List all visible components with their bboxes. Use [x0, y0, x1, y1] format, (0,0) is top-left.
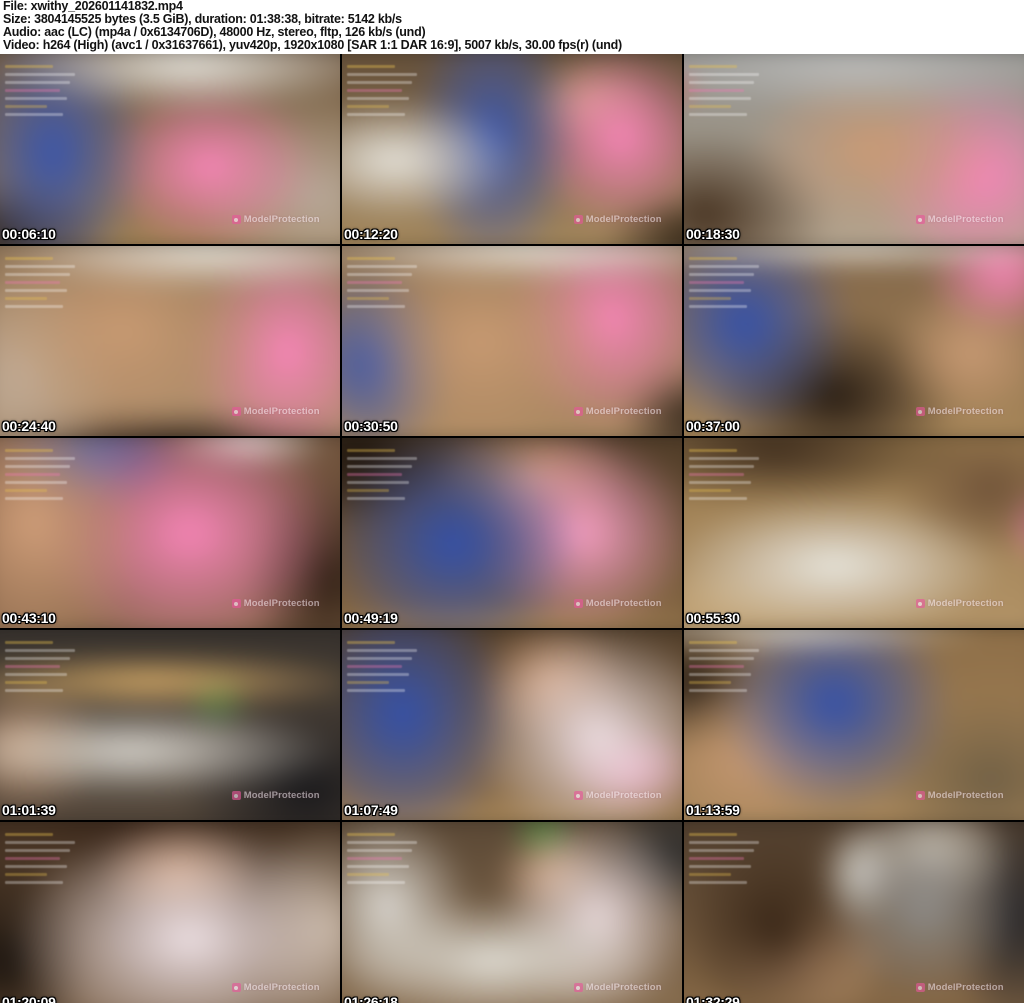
stream-stats-overlay — [5, 636, 93, 697]
timestamp-overlay: 00:49:19 — [344, 610, 398, 626]
stream-stats-overlay — [689, 60, 777, 121]
video-thumbnail[interactable]: ModelProtection 00:49:19 — [342, 438, 682, 628]
video-thumbnail[interactable]: ModelProtection 00:18:30 — [684, 54, 1024, 244]
video-thumbnail[interactable]: ModelProtection 00:43:10 — [0, 438, 340, 628]
timestamp-overlay: 00:18:30 — [686, 226, 740, 242]
timestamp-overlay: 01:07:49 — [344, 802, 398, 818]
video-thumbnail[interactable]: ModelProtection 00:37:00 — [684, 246, 1024, 436]
stream-stats-overlay — [347, 252, 435, 313]
timestamp-overlay: 00:06:10 — [2, 226, 56, 242]
stream-stats-overlay — [347, 444, 435, 505]
timestamp-overlay: 01:01:39 — [2, 802, 56, 818]
timestamp-overlay: 00:30:50 — [344, 418, 398, 434]
video-contact-sheet: File: xwithy_202601141832.mp4 Size: 3804… — [0, 0, 1024, 1003]
thumbnail-grid: ModelProtection 00:06:10 ModelProtection… — [0, 54, 1024, 1003]
timestamp-overlay: 01:26:18 — [344, 994, 398, 1003]
stream-stats-overlay — [5, 60, 93, 121]
timestamp-overlay: 00:12:20 — [344, 226, 398, 242]
video-thumbnail[interactable]: ModelProtection 01:01:39 — [0, 630, 340, 820]
timestamp-overlay: 00:24:40 — [2, 418, 56, 434]
video-thumbnail[interactable]: ModelProtection 00:12:20 — [342, 54, 682, 244]
timestamp-overlay: 00:55:30 — [686, 610, 740, 626]
video-thumbnail[interactable]: ModelProtection 00:55:30 — [684, 438, 1024, 628]
video-thumbnail[interactable]: ModelProtection 01:07:49 — [342, 630, 682, 820]
timestamp-overlay: 01:20:09 — [2, 994, 56, 1003]
stream-stats-overlay — [689, 828, 777, 889]
video-thumbnail[interactable]: ModelProtection 01:26:18 — [342, 822, 682, 1003]
timestamp-overlay: 01:13:59 — [686, 802, 740, 818]
stream-stats-overlay — [689, 444, 777, 505]
stream-stats-overlay — [689, 252, 777, 313]
video-thumbnail[interactable]: ModelProtection 00:30:50 — [342, 246, 682, 436]
stream-stats-overlay — [689, 636, 777, 697]
timestamp-overlay: 01:32:29 — [686, 994, 740, 1003]
stream-stats-overlay — [347, 60, 435, 121]
stream-stats-overlay — [347, 636, 435, 697]
media-info-header: File: xwithy_202601141832.mp4 Size: 3804… — [0, 0, 1024, 54]
timestamp-overlay: 00:43:10 — [2, 610, 56, 626]
video-thumbnail[interactable]: ModelProtection 01:13:59 — [684, 630, 1024, 820]
stream-stats-overlay — [5, 444, 93, 505]
stream-stats-overlay — [5, 252, 93, 313]
video-info-line: Video: h264 (High) (avc1 / 0x31637661), … — [3, 38, 622, 52]
video-thumbnail[interactable]: ModelProtection 01:20:09 — [0, 822, 340, 1003]
video-thumbnail[interactable]: ModelProtection 00:06:10 — [0, 54, 340, 244]
stream-stats-overlay — [347, 828, 435, 889]
timestamp-overlay: 00:37:00 — [686, 418, 740, 434]
video-thumbnail[interactable]: ModelProtection 01:32:29 — [684, 822, 1024, 1003]
video-thumbnail[interactable]: ModelProtection 00:24:40 — [0, 246, 340, 436]
stream-stats-overlay — [5, 828, 93, 889]
